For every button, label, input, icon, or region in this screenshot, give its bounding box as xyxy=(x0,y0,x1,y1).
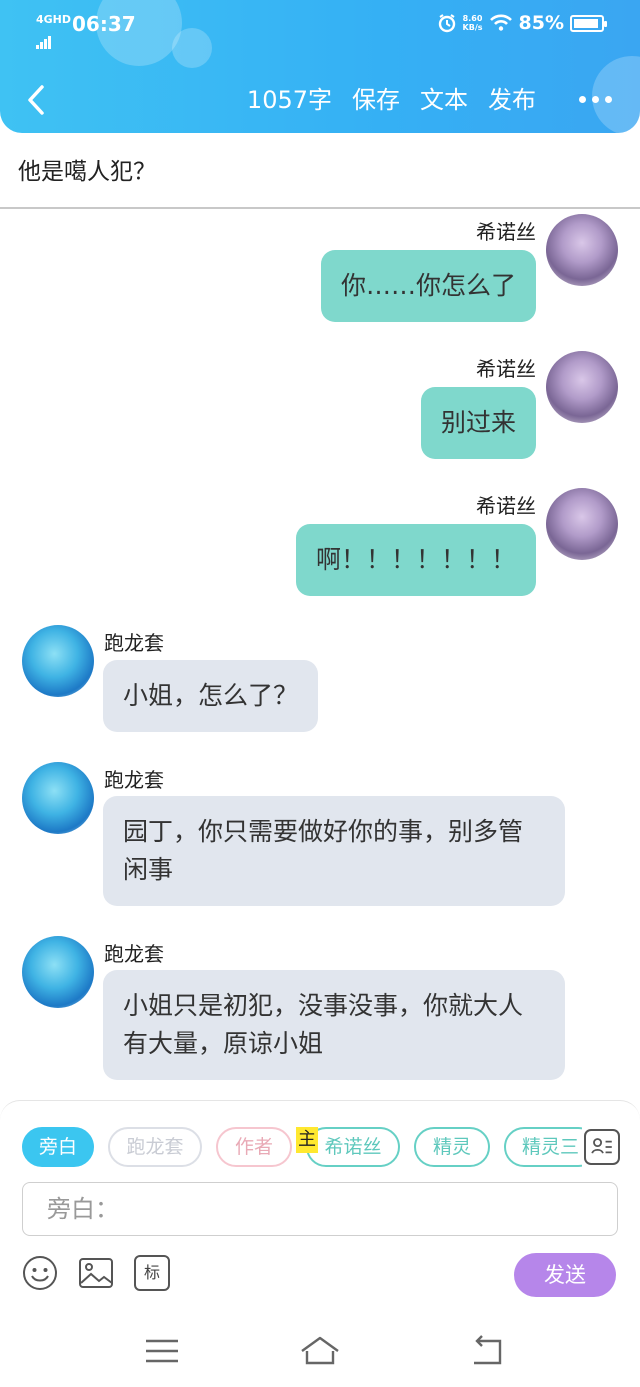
message-list: 希诺丝 你……你怎么了 希诺丝 别过来 希诺丝 啊！！！！！！！ 跑龙套 小姐，… xyxy=(0,210,640,1100)
role-chip[interactable]: 希诺丝 xyxy=(306,1127,400,1167)
speaker-name: 希诺丝 xyxy=(476,494,536,518)
message-item: 跑龙套 小姐，怎么了？ xyxy=(0,621,640,741)
mark-button[interactable]: 标 xyxy=(134,1255,170,1291)
send-button[interactable]: 发送 xyxy=(514,1253,616,1297)
role-chip[interactable]: 跑龙套 xyxy=(108,1127,202,1167)
message-bubble[interactable]: 你……你怎么了 xyxy=(320,250,536,322)
back-nav-icon[interactable] xyxy=(466,1333,510,1369)
message-item: 跑龙套 小姐只是初犯，没事没事，你就大人有大量，原谅小姐 xyxy=(0,932,640,1092)
emoji-icon[interactable] xyxy=(22,1255,58,1291)
battery-percent: 85% xyxy=(518,12,564,34)
highlight-marker: 主 xyxy=(296,1127,318,1153)
text-button[interactable]: 文本 xyxy=(420,84,468,116)
message-item: 希诺丝 啊！！！！！！！ xyxy=(0,484,640,604)
publish-button[interactable]: 发布 xyxy=(488,84,536,116)
role-chip-narration[interactable]: 旁白 xyxy=(22,1127,94,1167)
editor-toolbar: 1057字 保存 文本 发布 xyxy=(0,78,640,122)
network-type: 4GHD xyxy=(36,13,72,26)
message-item: 希诺丝 别过来 xyxy=(0,347,640,467)
avatar[interactable] xyxy=(546,488,618,560)
chapter-title[interactable]: 他是噶人犯？ xyxy=(0,133,640,209)
word-count: 1057字 xyxy=(246,86,332,114)
speaker-name: 跑龙套 xyxy=(104,631,164,655)
signal-icon xyxy=(36,27,52,49)
avatar[interactable] xyxy=(22,762,94,834)
avatar[interactable] xyxy=(22,936,94,1008)
avatar[interactable] xyxy=(546,214,618,286)
message-bubble[interactable]: 小姐，怎么了？ xyxy=(103,660,319,732)
home-icon[interactable] xyxy=(298,1333,342,1369)
app-header: 4GHD 06:37 8.60 KB/s 85% 1057字 保存 文本 发布 xyxy=(0,0,640,133)
message-bubble[interactable]: 小姐只是初犯，没事没事，你就大人有大量，原谅小姐 xyxy=(103,970,565,1080)
role-chip[interactable]: 精灵三 xyxy=(504,1127,582,1167)
network-speed: 8.60 KB/s xyxy=(462,14,483,32)
system-nav-bar xyxy=(0,1315,640,1387)
save-button[interactable]: 保存 xyxy=(352,84,400,116)
message-bubble[interactable]: 园丁，你只需要做好你的事，别多管闲事 xyxy=(103,796,565,906)
menu-icon[interactable] xyxy=(140,1333,184,1369)
alarm-icon xyxy=(438,14,455,33)
speaker-name: 希诺丝 xyxy=(476,220,536,244)
status-bar: 4GHD 06:37 8.60 KB/s 85% xyxy=(36,10,607,49)
role-chip[interactable]: 作者 xyxy=(216,1127,292,1167)
composer-panel: 旁白 跑龙套 作者 希诺丝 精灵 精灵三 旁白： 标 发送 xyxy=(0,1100,640,1315)
avatar[interactable] xyxy=(22,625,94,697)
contact-card-icon[interactable] xyxy=(584,1129,620,1165)
speaker-name: 希诺丝 xyxy=(476,357,536,381)
avatar[interactable] xyxy=(546,351,618,423)
clock: 06:37 xyxy=(72,12,136,36)
speaker-name: 跑龙套 xyxy=(104,942,164,966)
image-icon[interactable] xyxy=(78,1255,114,1291)
message-bubble[interactable]: 别过来 xyxy=(420,387,536,459)
dialogue-input[interactable]: 旁白： xyxy=(22,1182,618,1236)
more-icon[interactable] xyxy=(579,96,612,103)
role-chip[interactable]: 精灵 xyxy=(414,1127,490,1167)
speaker-name: 跑龙套 xyxy=(104,768,164,792)
message-item: 跑龙套 园丁，你只需要做好你的事，别多管闲事 xyxy=(0,758,640,918)
back-arrow-icon[interactable] xyxy=(22,82,52,118)
message-bubble[interactable]: 啊！！！！！！！ xyxy=(295,524,536,596)
message-item: 希诺丝 你……你怎么了 xyxy=(0,210,640,330)
wifi-icon xyxy=(489,14,512,31)
battery-icon xyxy=(570,14,607,32)
